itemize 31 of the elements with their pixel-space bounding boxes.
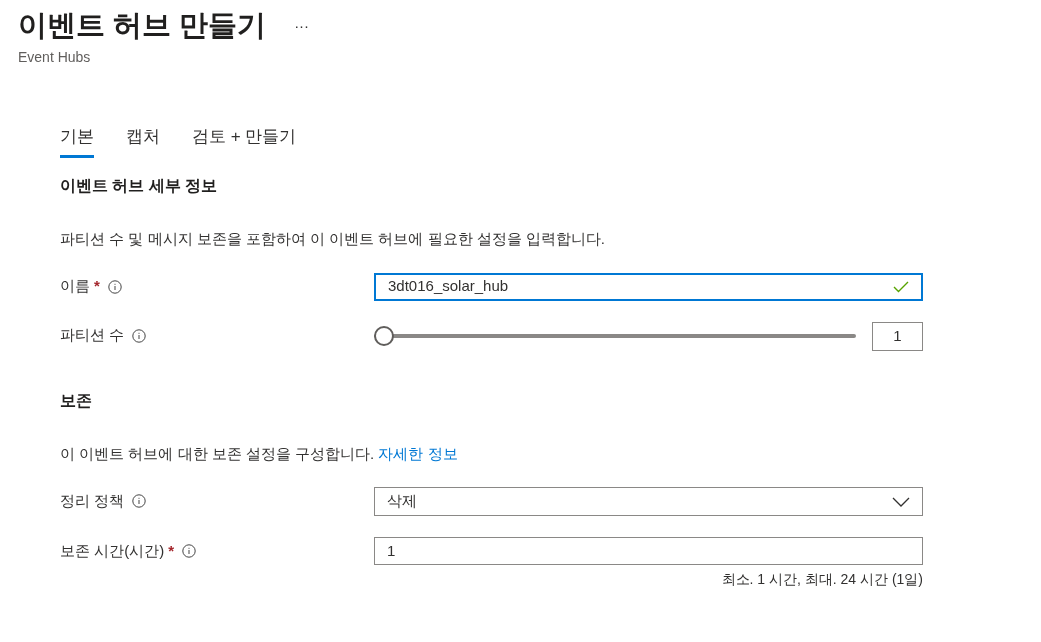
slider-track[interactable] [374,326,856,346]
text-field[interactable]: 1 [374,537,923,565]
tab[interactable]: 검토 + 만들기 [192,123,297,158]
info-icon[interactable] [182,544,196,558]
section-heading: 이벤트 허브 세부 정보 [60,176,219,196]
info-icon[interactable] [132,494,147,508]
field-label: 정리 정책 [60,490,125,511]
number-field[interactable]: 1 [872,321,923,351]
required-asterisk: * [94,276,100,297]
page-title: 이벤트 허브 만들기 [18,8,267,43]
section-description: 파티션 수 및 메시지 보존을 포함하여 이 이벤트 허브에 필요한 설정을 입력합니다. [60,229,606,249]
tab[interactable]: 기본 [60,123,94,158]
field-value: 1 [387,540,397,561]
field-label: 이름 [60,276,90,297]
hint-text: 최소. 1 시간, 최대. 24 시간 (1일) [721,570,923,589]
dropdown[interactable]: 삭제 [374,487,923,516]
tab[interactable]: 캡처 [126,123,160,158]
field-value: 3dt016_solar_hub [388,276,510,297]
more-button[interactable]: ··· [294,14,310,37]
required-asterisk: * [168,540,174,561]
chevron-down-icon [892,496,910,507]
info-icon[interactable] [107,279,122,294]
section-description: 이 이벤트 허브에 대한 보존 설정을 구성합니다. 자세한 정보 [60,443,459,464]
learn-more-link[interactable]: 자세한 정보 [378,444,458,462]
slider-thumb[interactable] [374,326,394,346]
field-label: 보존 시간(시간) [60,540,165,561]
text-field[interactable]: 3dt016_solar_hub [374,272,923,301]
info-icon[interactable] [132,328,147,343]
section-heading: 보존 [60,390,93,411]
field-label: 파티션 수 [60,325,125,346]
page-subtitle: Event Hubs [17,47,92,67]
